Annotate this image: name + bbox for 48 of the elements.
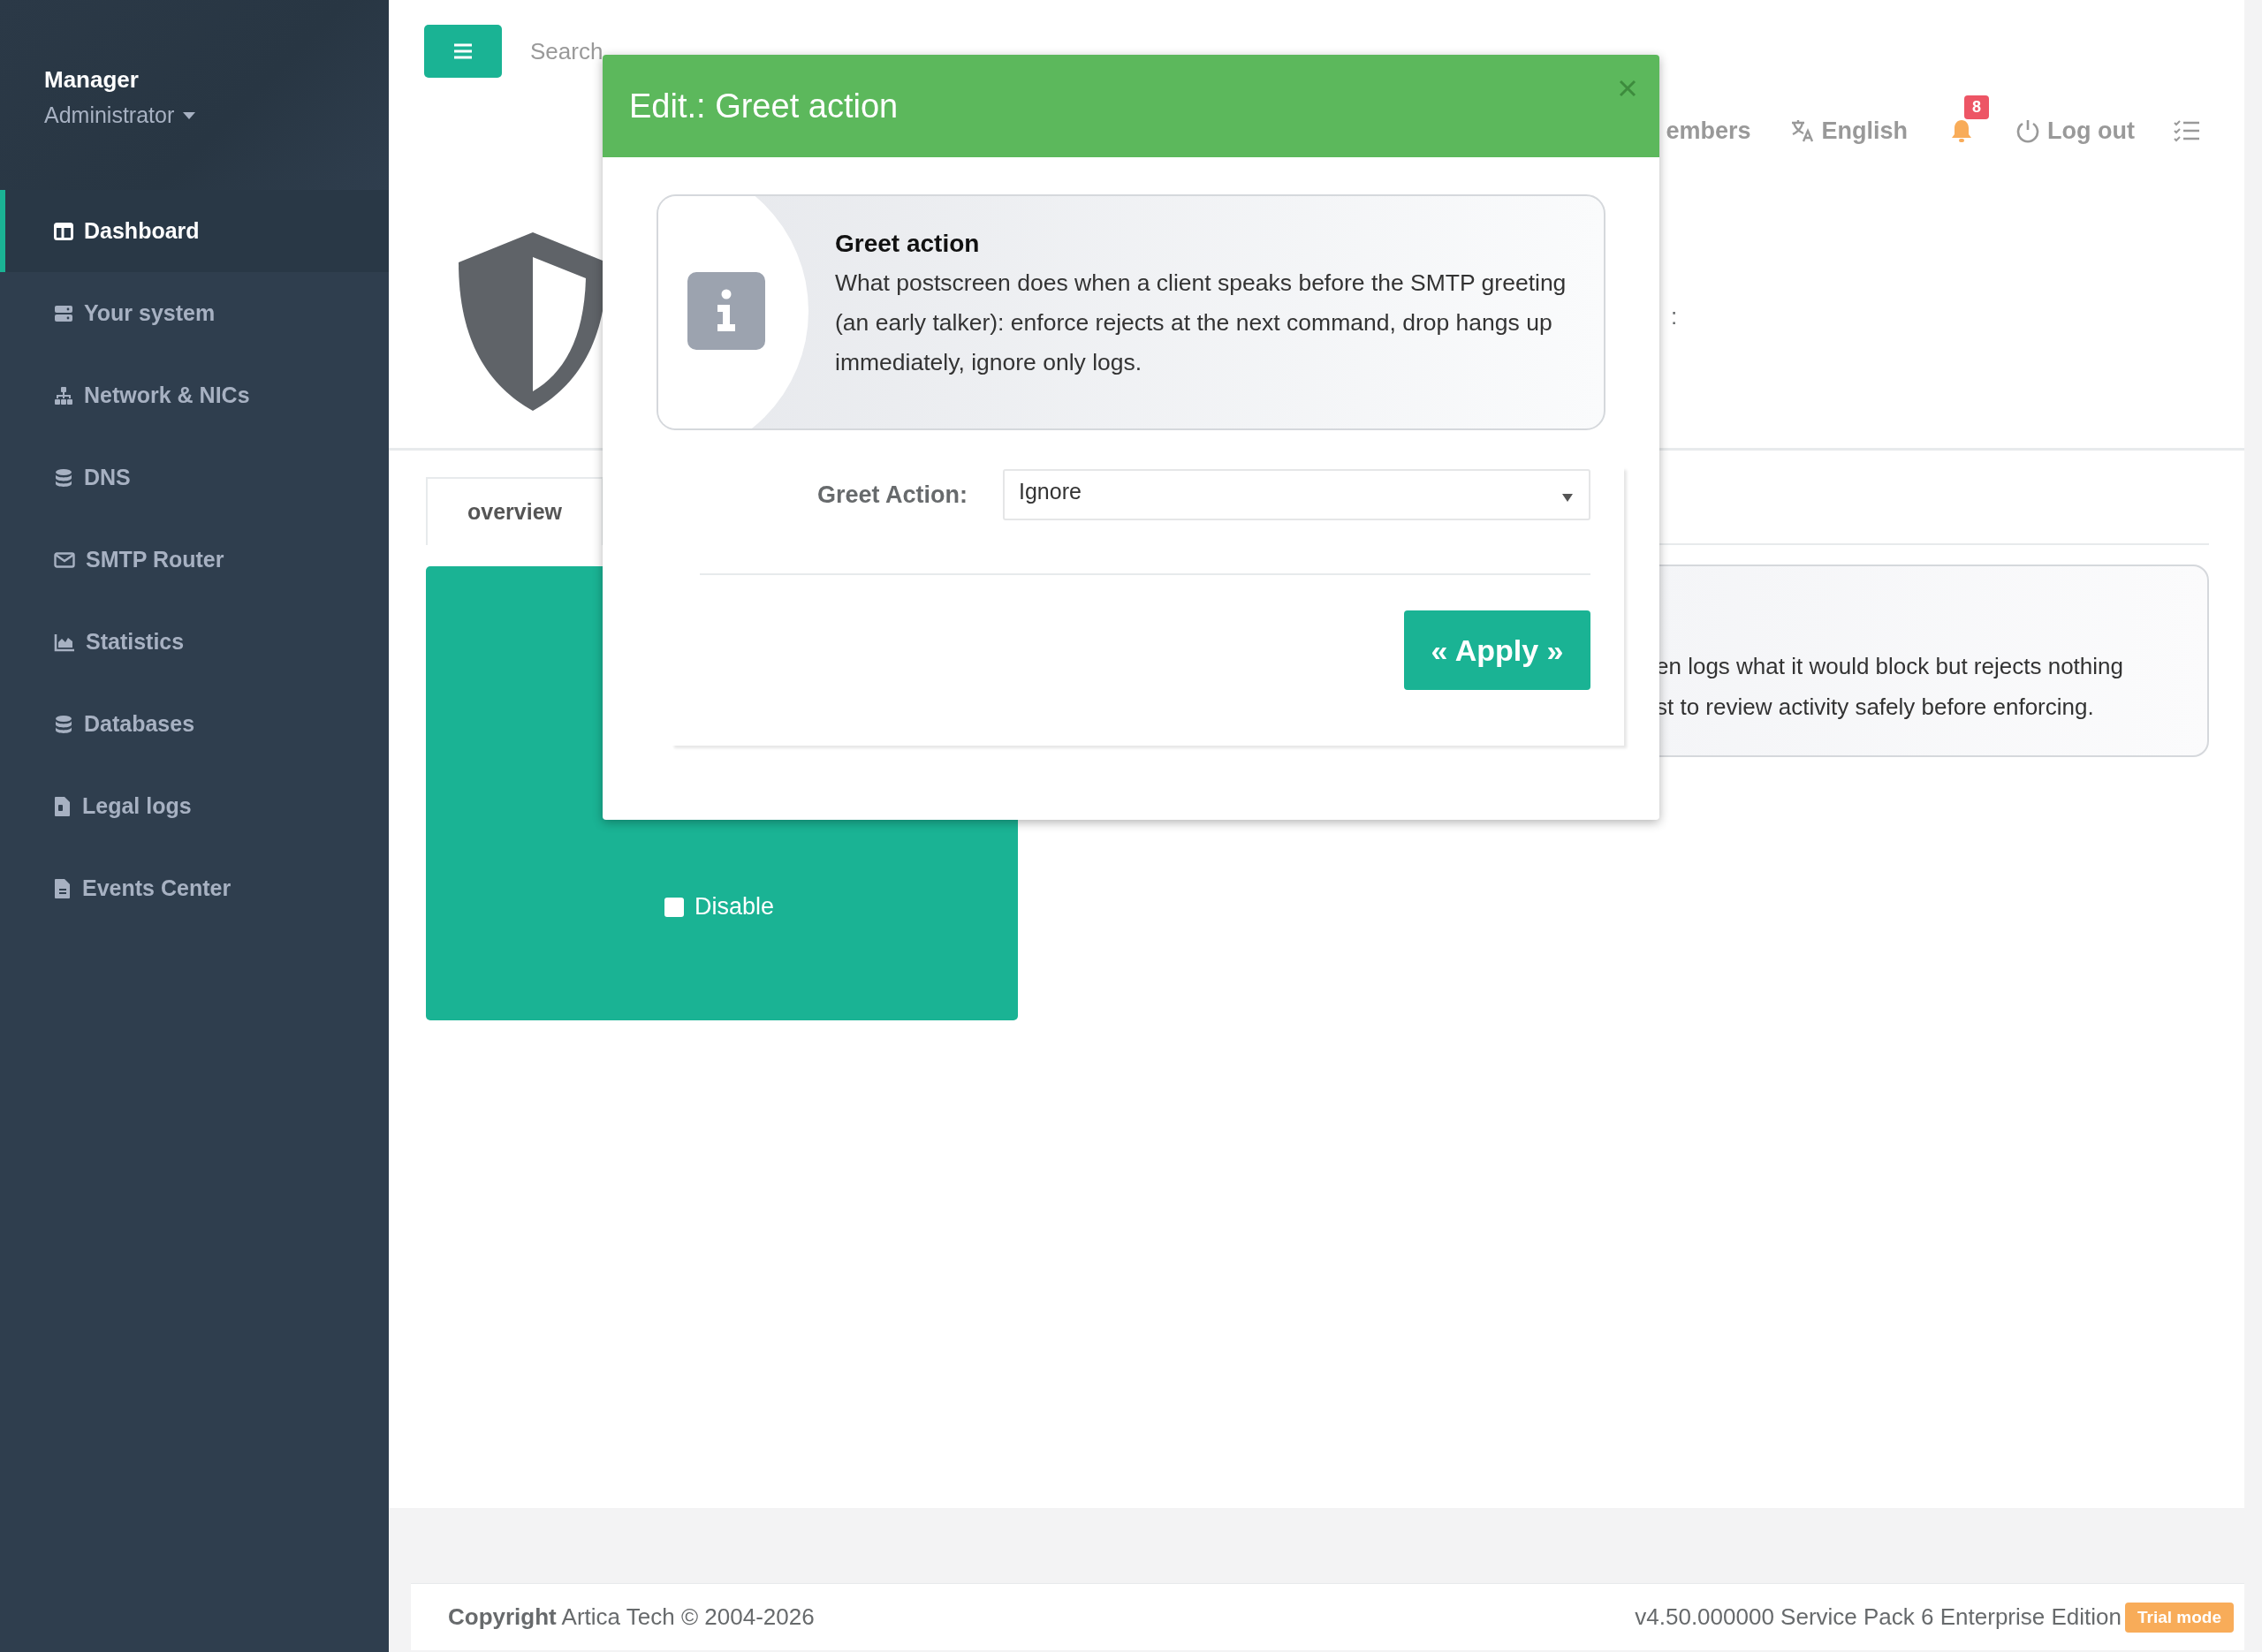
close-icon[interactable] xyxy=(1619,80,1636,97)
version-text: v4.50.000000 Service Pack 6 Enterprise Edition xyxy=(1635,1603,2122,1631)
caret-icon xyxy=(183,111,196,119)
checklist-icon[interactable] xyxy=(2174,119,2200,142)
greet-action-select[interactable]: Ignore xyxy=(1003,469,1590,520)
field-label: Greet Action: xyxy=(816,481,968,509)
modal-title: Edit.: Greet action xyxy=(629,87,899,125)
sidebar-item[interactable]: Databases xyxy=(0,683,389,765)
sidebar-item[interactable]: Statistics xyxy=(0,601,389,683)
checkbox[interactable] xyxy=(664,897,684,917)
file-icon xyxy=(54,877,72,899)
database-icon xyxy=(54,467,73,488)
sidebar-item[interactable]: SMTP Router xyxy=(0,519,389,601)
power-icon xyxy=(2015,118,2041,143)
notifications-bell-icon[interactable] xyxy=(1950,118,1974,143)
copyright-text: Copyright Artica Tech © 2004-2026 xyxy=(448,1603,815,1631)
user-role-dropdown[interactable]: Administrator xyxy=(44,102,196,128)
language-link[interactable]: English xyxy=(1789,117,1909,145)
menu-icon xyxy=(452,42,474,60)
sidebar-item[interactable]: Legal logs xyxy=(0,765,389,847)
info-title: Greet action xyxy=(835,230,981,258)
sidebar-item[interactable]: Dashboard xyxy=(0,190,389,272)
database-icon xyxy=(54,714,73,734)
info-icon xyxy=(687,272,765,350)
tab[interactable]: overview xyxy=(426,477,603,545)
info-description: What postscreen does when a client speaks before the SMTP greeting (an early talker): enforce rejects at the next command, drop hangs up immediately, ignore only logs. xyxy=(835,269,1567,377)
menu-button[interactable] xyxy=(424,25,502,78)
apply-button[interactable]: « Apply » xyxy=(1404,610,1590,690)
sidebar-item[interactable]: Your system xyxy=(0,272,389,354)
user-name: Manager xyxy=(44,66,139,94)
trial-mode-badge: Trial mode xyxy=(2124,1602,2234,1633)
nav-link[interactable]: embers xyxy=(1666,117,1751,145)
header-text: : xyxy=(1671,303,1678,330)
search-field[interactable]: Search xyxy=(530,37,604,65)
sidebar-item[interactable]: Events Center xyxy=(0,847,389,929)
logout-link[interactable]: Log out xyxy=(2015,117,2135,145)
disable-checkbox[interactable]: Disable xyxy=(664,893,775,921)
notification-count: 8 xyxy=(1964,95,1990,119)
envelope-icon xyxy=(54,549,75,570)
file-icon xyxy=(54,795,72,817)
translate-icon xyxy=(1789,119,1815,142)
dashboard-icon xyxy=(54,221,73,241)
sidebar-item[interactable]: Network & NICs xyxy=(0,354,389,436)
network-icon xyxy=(54,385,73,405)
sidebar-item[interactable]: DNS xyxy=(0,436,389,519)
caret-icon xyxy=(1562,493,1573,502)
server-icon xyxy=(54,303,73,323)
area-chart-icon xyxy=(54,632,75,652)
